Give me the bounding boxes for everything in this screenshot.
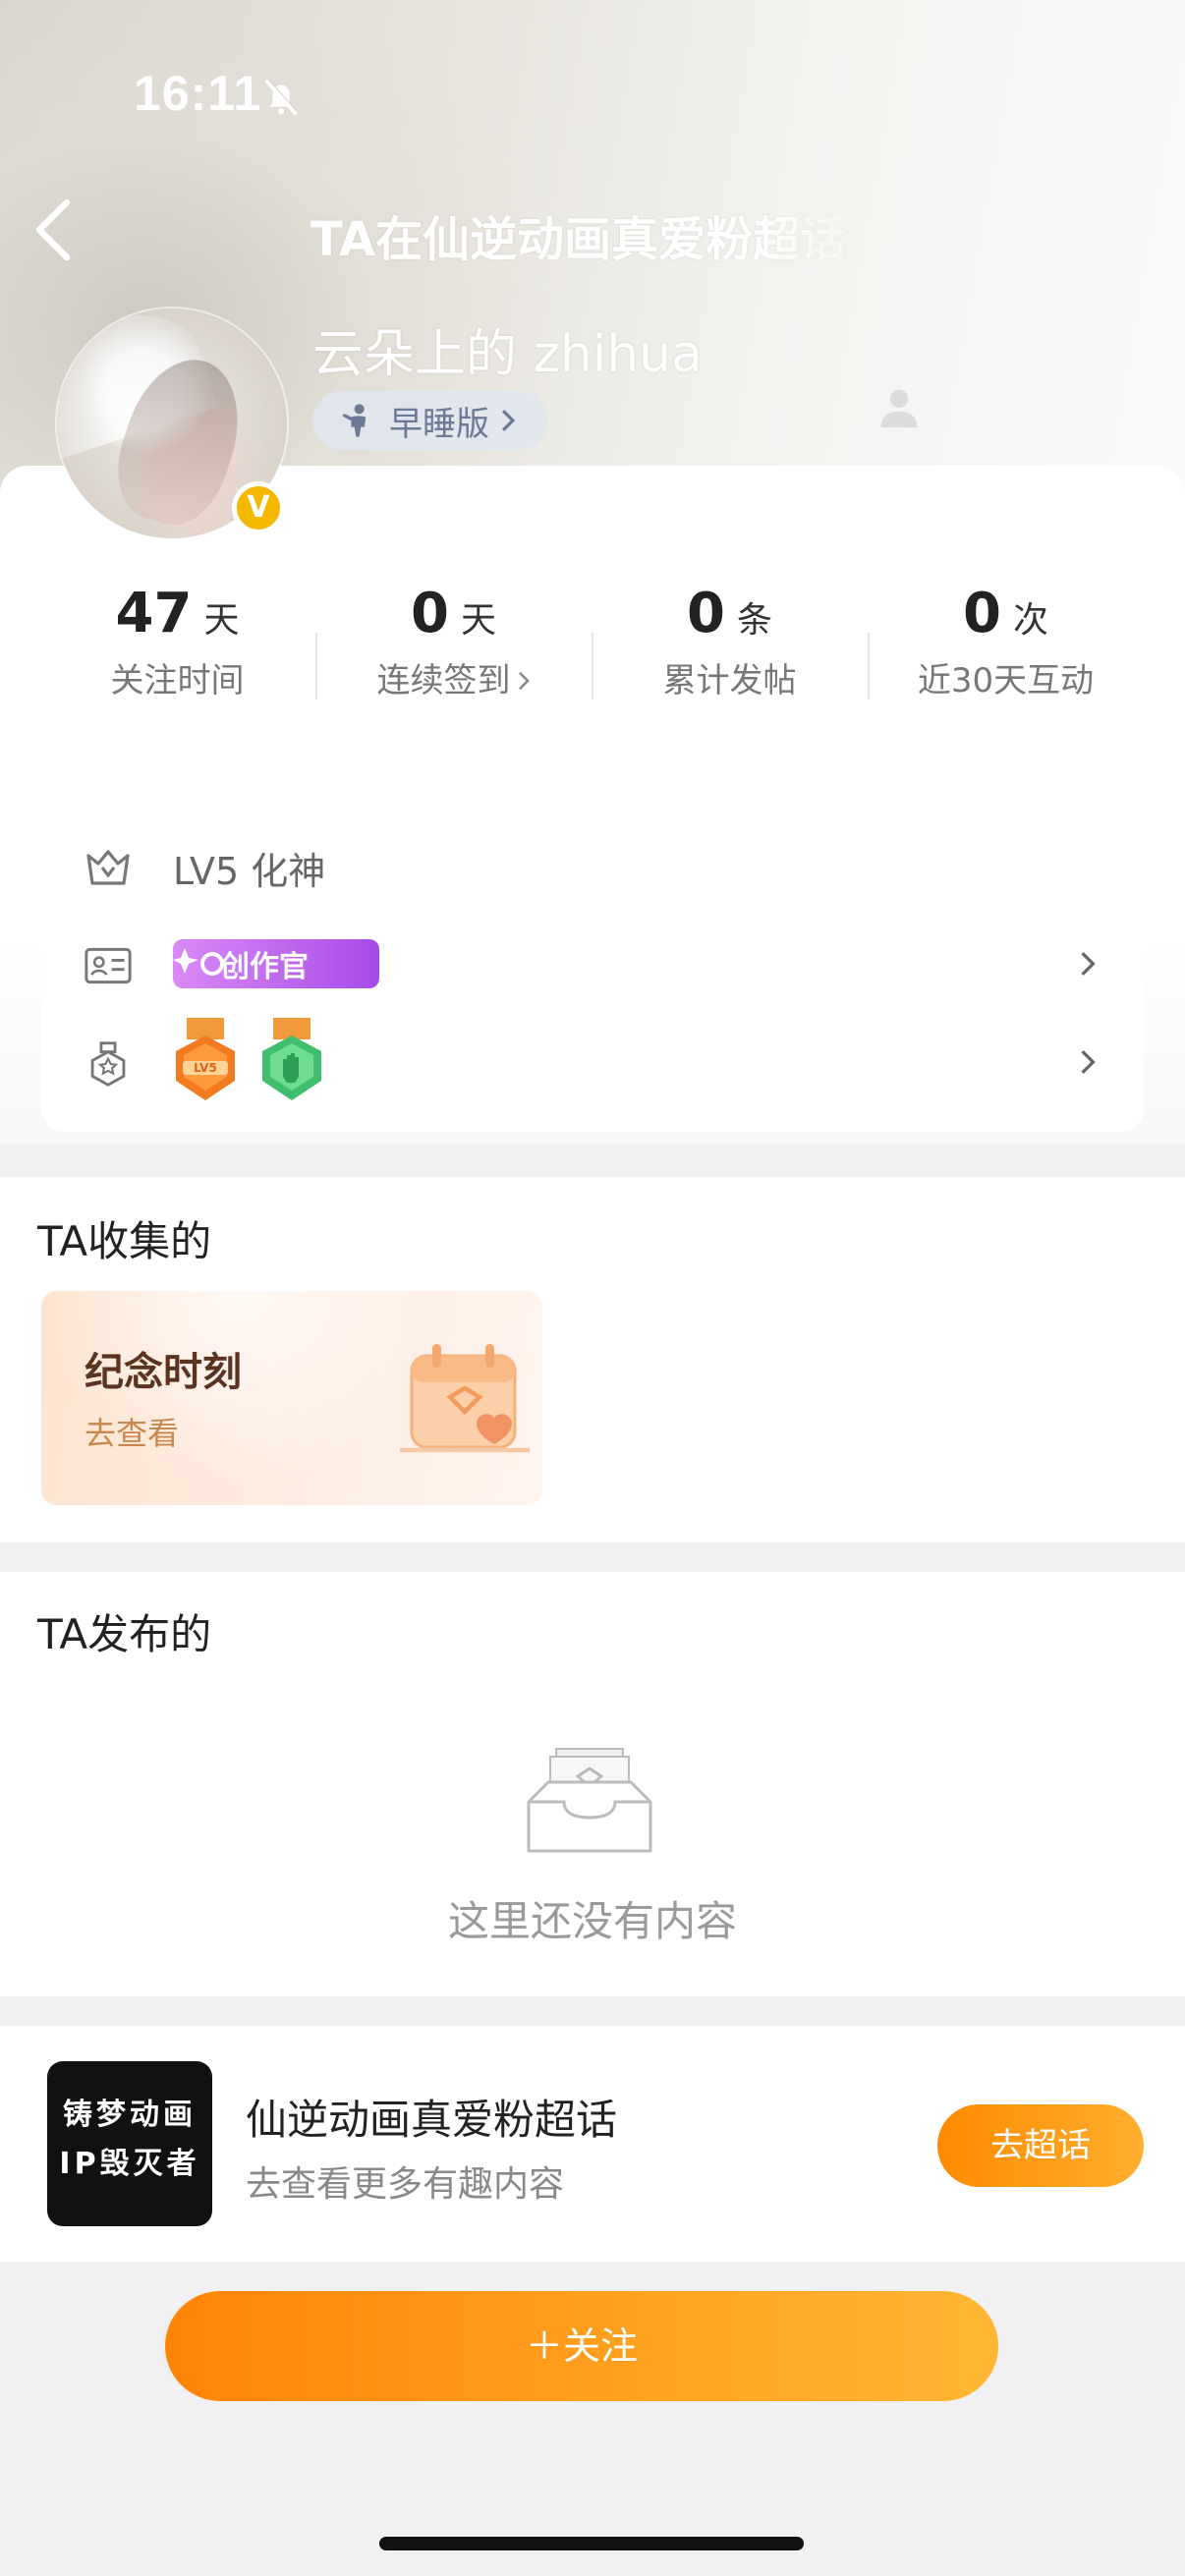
chevron-right-icon bbox=[1081, 952, 1096, 976]
home-indicator[interactable] bbox=[379, 2537, 804, 2550]
username: 云朵上的 zhihua bbox=[312, 325, 704, 384]
member-info-panel: LV5 化神 创作官 LV5 bbox=[41, 782, 1144, 1132]
verified-badge: V bbox=[232, 481, 285, 534]
stat-unit: 次 bbox=[1012, 600, 1048, 641]
stat-unit: 天 bbox=[203, 600, 240, 641]
stat-value: 0 bbox=[411, 582, 449, 645]
id-card-icon bbox=[85, 947, 132, 984]
stat-label: 连续签到 bbox=[376, 661, 511, 700]
bell-muted-icon bbox=[264, 78, 299, 116]
hand-medal-icon bbox=[262, 1018, 321, 1100]
sleep-chip-label: 早睡版 bbox=[389, 404, 489, 444]
chevron-right-icon bbox=[1081, 1050, 1096, 1074]
stats-row: 47 天 关注时间 0天 连续签到 0条 累计发帖 0次 近30天互动 bbox=[39, 574, 1144, 731]
stat-label: 近30天互动 bbox=[917, 661, 1095, 700]
level-row: LV5 化神 bbox=[41, 821, 1144, 910]
collected-section-title: TA收集的 bbox=[37, 1217, 212, 1265]
memorial-card-action: 去查看 bbox=[85, 1415, 180, 1452]
sleep-badge-chip[interactable]: 早睡版 bbox=[312, 391, 548, 450]
creator-badge-label: 创作官 bbox=[220, 950, 309, 984]
memorial-card-title: 纪念时刻 bbox=[85, 1350, 242, 1395]
person-icon[interactable] bbox=[877, 385, 921, 430]
topic-subtitle: 去查看更多有趣内容 bbox=[246, 2164, 565, 2205]
go-to-topic-button[interactable]: 去超话 bbox=[937, 2104, 1144, 2187]
stat-checkin-streak[interactable]: 0天 连续签到 bbox=[315, 574, 592, 731]
level-text: LV5 化神 bbox=[173, 850, 326, 893]
stat-value: 47 bbox=[115, 582, 193, 645]
stat-unit: 天 bbox=[460, 600, 496, 641]
stat-label: 累计发帖 bbox=[662, 661, 797, 700]
back-arrow-icon[interactable] bbox=[31, 196, 75, 263]
status-bar: 16:11 bbox=[0, 0, 1185, 138]
stat-unit: 条 bbox=[736, 600, 772, 641]
stat-divider bbox=[868, 633, 870, 700]
stat-divider bbox=[315, 633, 317, 700]
stat-interactions-30d: 0次 近30天互动 bbox=[868, 574, 1144, 731]
calendar-heart-icon bbox=[400, 1344, 530, 1453]
sleeping-figure-icon bbox=[343, 404, 367, 437]
stat-follow-days: 47 天 关注时间 bbox=[39, 574, 315, 731]
stat-divider bbox=[592, 633, 593, 700]
memorial-moments-card[interactable]: 纪念时刻 去查看 bbox=[41, 1291, 542, 1505]
medal-icon bbox=[90, 1041, 126, 1087]
lv5-medal-icon: LV5 bbox=[176, 1018, 235, 1100]
topic-logo[interactable]: 铸梦动画 IP毁灭者 bbox=[47, 2061, 212, 2226]
svg-text:LV5: LV5 bbox=[194, 1061, 217, 1075]
identity-row[interactable]: 创作官 bbox=[41, 920, 1144, 1008]
crown-icon bbox=[86, 850, 130, 885]
chevron-right-icon bbox=[501, 410, 516, 431]
creator-badge: 创作官 bbox=[173, 939, 379, 988]
status-time: 16:11 bbox=[134, 66, 262, 121]
empty-state-text: 这里还没有内容 bbox=[447, 1897, 737, 1945]
page-title: TA在仙逆动画真爱粉超话 bbox=[310, 212, 848, 267]
posts-section-title: TA发布的 bbox=[37, 1610, 212, 1658]
stat-total-posts: 0条 累计发帖 bbox=[592, 574, 868, 731]
stat-label: 关注时间 bbox=[110, 661, 245, 700]
profile-card: 47 天 关注时间 0天 连续签到 0条 累计发帖 0次 近30天互动 LV5 化… bbox=[0, 466, 1185, 1144]
stat-value: 0 bbox=[687, 582, 725, 645]
medals-row[interactable]: LV5 bbox=[41, 1018, 1144, 1116]
chevron-right-icon bbox=[518, 671, 530, 691]
topic-logo-line1: 铸梦动画 bbox=[63, 2098, 197, 2132]
topic-name[interactable]: 仙逆动画真爱粉超话 bbox=[246, 2087, 617, 2147]
empty-box-icon bbox=[527, 1748, 652, 1853]
topic-logo-line2: IP毁灭者 bbox=[59, 2147, 200, 2181]
stat-value: 0 bbox=[963, 582, 1001, 645]
follow-button[interactable]: ＋关注 bbox=[165, 2291, 998, 2401]
